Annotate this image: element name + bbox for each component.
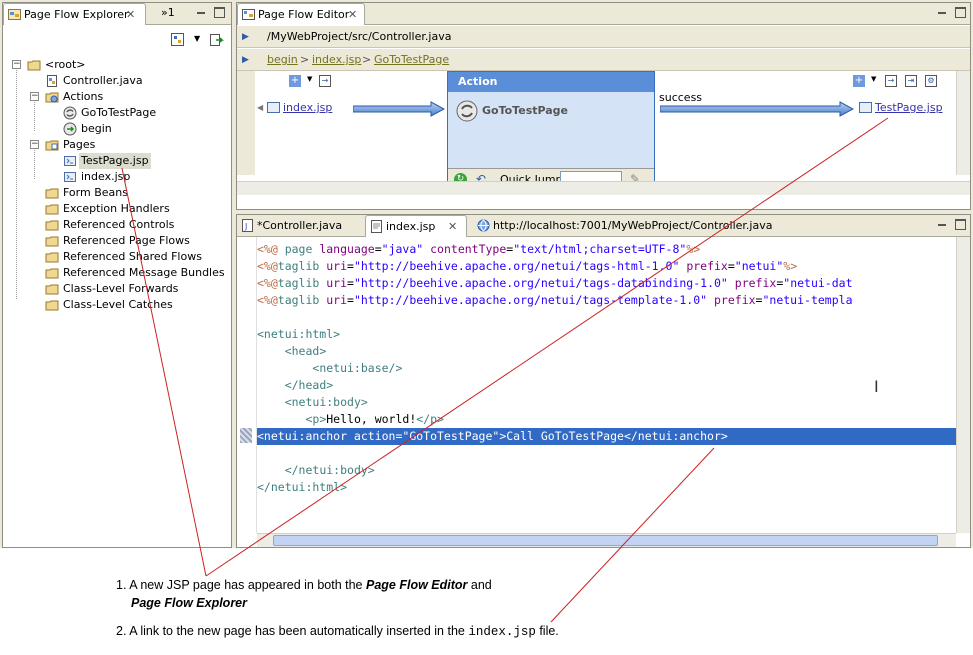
callout-lines [121, 117, 889, 623]
note-2: 2. A link to the new page has been autom… [116, 624, 559, 639]
note-1: 1. A new JSP page has appeared in both t… [116, 578, 492, 592]
note-1-continued: Page Flow Explorer [116, 594, 559, 612]
note-1-editor-name: Page Flow Editor [365, 578, 468, 592]
note-2-filename: index.jsp [468, 625, 536, 639]
explanation-notes: 1. A new JSP page has appeared in both t… [116, 576, 559, 641]
note-1-explorer-name: Page Flow Explorer [131, 596, 248, 610]
